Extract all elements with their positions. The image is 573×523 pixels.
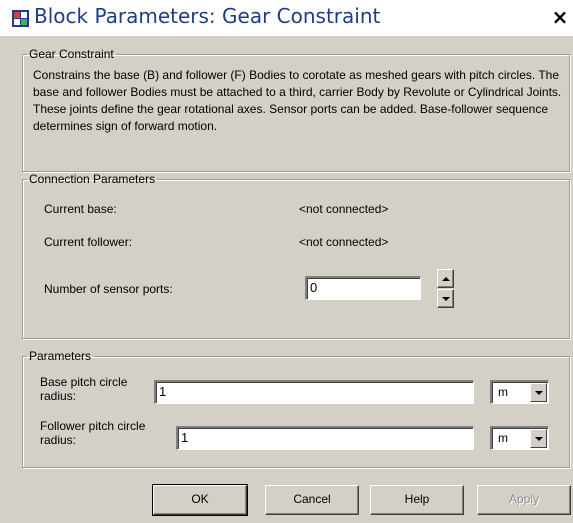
follower-radius-unit-select[interactable]: m [490,426,549,450]
window-title: Block Parameters: Gear Constraint [34,4,381,28]
current-base-value: <not connected> [299,202,389,216]
dropdown-arrow-icon[interactable] [530,429,547,448]
help-button[interactable]: Help [370,485,464,515]
ok-button[interactable]: OK [152,484,248,516]
base-radius-unit-select[interactable]: m [490,380,549,404]
title-bar[interactable]: Block Parameters: Gear Constraint × [0,0,573,36]
arrow-up-icon [441,276,450,281]
follower-radius-input[interactable]: 1 [176,426,474,450]
block-description: Constrains the base (B) and follower (F)… [33,68,562,133]
base-radius-unit-value: m [498,385,508,399]
apply-button: Apply [477,485,571,515]
parameters-legend: Parameters [29,349,92,363]
parameters-group: Parameters [22,349,570,468]
base-radius-label: Base pitch circle radius: [40,375,128,403]
spin-down-button[interactable] [437,289,454,308]
follower-radius-label: Follower pitch circle radius: [40,419,146,447]
block-icon [12,10,29,27]
current-base-label: Current base: [44,202,117,216]
description-legend: Gear Constraint [29,47,114,61]
sensor-ports-label: Number of sensor ports: [44,282,173,296]
cancel-button[interactable]: Cancel [265,485,359,515]
connection-parameters-group: Connection Parameters [22,172,570,339]
follower-radius-unit-value: m [498,431,508,445]
base-radius-input[interactable]: 1 [154,380,474,404]
arrow-down-icon [441,296,450,301]
current-follower-label: Current follower: [44,235,133,249]
current-follower-value: <not connected> [299,235,389,249]
sensor-ports-input[interactable]: 0 [305,276,421,300]
close-icon[interactable]: × [549,5,571,29]
dropdown-arrow-icon[interactable] [530,383,547,402]
connection-parameters-legend: Connection Parameters [29,172,156,186]
spin-up-button[interactable] [437,269,454,288]
